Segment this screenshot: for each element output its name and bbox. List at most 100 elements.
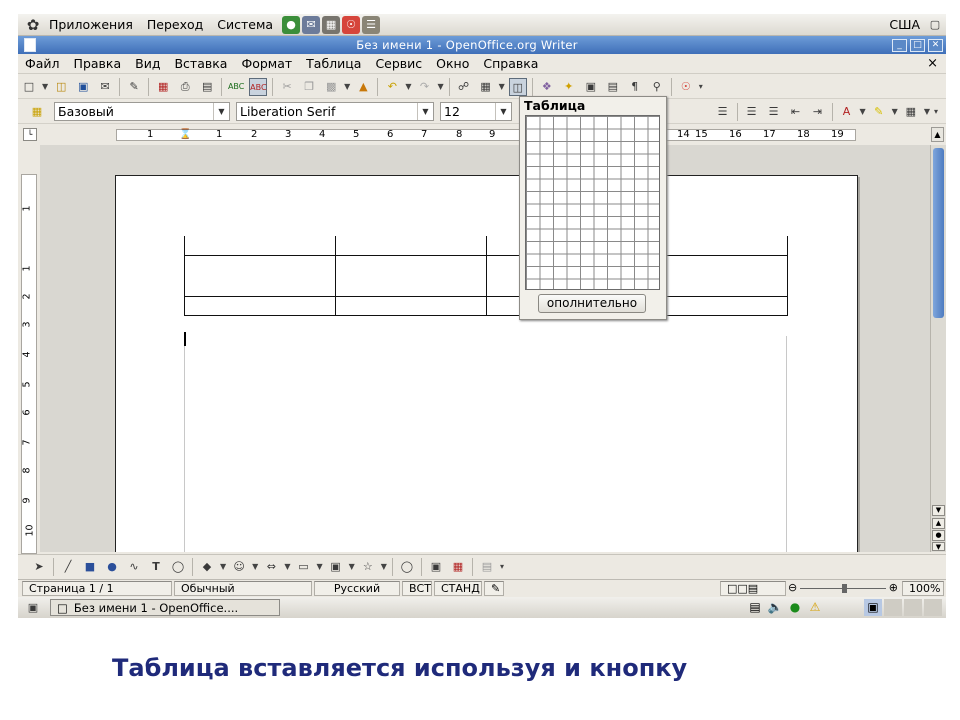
help-icon[interactable]: ☉ — [677, 78, 695, 96]
help-launcher-icon[interactable]: ☉ — [342, 15, 361, 34]
highlight-dropdown-icon[interactable]: ▼ — [892, 107, 898, 116]
text-tool-icon[interactable]: T — [147, 558, 165, 576]
basic-shapes-icon[interactable]: ◆ — [198, 558, 216, 576]
more-options-button[interactable]: ополнительно — [538, 294, 646, 313]
background-color-icon[interactable]: ▦ — [902, 103, 920, 121]
scroll-down-icon[interactable]: ▼ — [932, 505, 945, 516]
gallery-icon[interactable]: ▣ — [582, 78, 600, 96]
copy-icon[interactable]: ❐ — [300, 78, 318, 96]
save-icon[interactable]: ▣ — [74, 78, 92, 96]
autospellcheck-icon[interactable]: ABC — [249, 77, 268, 96]
undo-icon[interactable]: ↶ — [383, 78, 401, 96]
symbol-shapes-icon[interactable]: ☺ — [230, 558, 248, 576]
cut-icon[interactable]: ✂ — [278, 78, 296, 96]
data-sources-icon[interactable]: ▤ — [604, 78, 622, 96]
menu-places[interactable]: Переход — [140, 17, 210, 32]
menu-table[interactable]: Таблица — [299, 56, 368, 71]
highlight-icon[interactable]: ✎ — [870, 103, 888, 121]
new-document-icon[interactable]: □ — [20, 78, 38, 96]
previous-page-icon[interactable]: ▲ — [932, 518, 945, 529]
table-icon[interactable]: ▦ — [477, 78, 495, 96]
selection-mode-indicator[interactable]: СТАНД — [434, 580, 482, 596]
font-name-combo[interactable]: Liberation Serif ▼ — [236, 102, 434, 121]
document-page[interactable] — [115, 175, 858, 552]
terminal-launcher-icon[interactable]: ▦ — [322, 15, 341, 34]
notes-launcher-icon[interactable]: ☰ — [362, 15, 381, 34]
format-paintbrush-icon[interactable]: ▲ — [354, 78, 372, 96]
redo-icon[interactable]: ↷ — [415, 78, 433, 96]
insert-mode-indicator[interactable]: ВСТ — [402, 580, 432, 596]
gnome-foot-icon[interactable]: ✿ — [24, 16, 42, 34]
table-dropdown-icon[interactable]: ▼ — [499, 82, 505, 91]
menu-system[interactable]: Система — [210, 17, 280, 32]
fontwork-gallery-icon[interactable]: ▣ — [427, 558, 445, 576]
paste-icon[interactable]: ▩ — [322, 78, 340, 96]
next-page-icon[interactable]: ▼ — [932, 542, 945, 551]
menu-file[interactable]: Файл — [18, 56, 67, 71]
menu-format[interactable]: Формат — [234, 56, 299, 71]
volume-icon[interactable]: 🔈 — [766, 599, 784, 616]
formatting-marks-icon[interactable]: ¶ — [626, 78, 644, 96]
points-icon[interactable]: ◯ — [398, 558, 416, 576]
insert-table-button-icon[interactable]: ◫ — [508, 77, 527, 96]
flowchart-icon[interactable]: ▭ — [294, 558, 312, 576]
workspace-icon[interactable] — [884, 599, 902, 616]
navigator-icon[interactable]: ✦ — [560, 78, 578, 96]
bullets-icon[interactable]: ☰ — [765, 103, 783, 121]
language-indicator[interactable]: Русский — [314, 580, 400, 596]
freeform-icon[interactable]: ∿ — [125, 558, 143, 576]
decrease-indent-icon[interactable]: ⇤ — [787, 103, 805, 121]
warning-icon[interactable]: ⚠ — [806, 599, 824, 616]
tab-stop-selector[interactable]: └ — [23, 128, 37, 141]
callouts-icon[interactable]: ▣ — [327, 558, 345, 576]
menu-tools[interactable]: Сервис — [368, 56, 429, 71]
table-size-grid[interactable] — [525, 115, 660, 290]
indent-marker-icon[interactable]: ⌛ — [179, 130, 191, 140]
horizontal-ruler[interactable]: 1 ⌛ 1 2 3 4 5 6 7 8 9 14 15 16 17 18 19 — [116, 129, 856, 141]
line-icon[interactable]: ╱ — [59, 558, 77, 576]
zoom-knob[interactable] — [842, 583, 847, 593]
update-icon[interactable]: ● — [786, 599, 804, 616]
block-arrows-icon[interactable]: ⇔ — [262, 558, 280, 576]
zoom-icon[interactable]: ⚲ — [648, 78, 666, 96]
vertical-ruler[interactable]: 1 1 2 3 4 5 6 7 8 9 10 — [21, 174, 37, 554]
toolbar-overflow-icon[interactable]: ▾ — [934, 107, 938, 116]
from-file-icon[interactable]: ▦ — [449, 558, 467, 576]
workspace-icon[interactable] — [904, 599, 922, 616]
menu-edit[interactable]: Правка — [67, 56, 129, 71]
print-preview-icon[interactable]: ▤ — [198, 78, 216, 96]
menu-window[interactable]: Окно — [429, 56, 476, 71]
align-justify-icon[interactable]: ☰ — [714, 103, 732, 121]
close-window-button[interactable]: ✕ — [928, 38, 943, 52]
show-desktop-icon[interactable]: ▣ — [24, 599, 42, 617]
zoom-slider[interactable]: ⊖ ⊕ — [788, 581, 898, 596]
workspace-icon[interactable] — [924, 599, 942, 616]
toolbar-overflow-icon[interactable]: ▾ — [500, 562, 504, 571]
chevron-down-icon[interactable]: ▼ — [213, 103, 229, 120]
document-modified-icon[interactable]: ✎ — [484, 580, 504, 596]
zoom-in-icon[interactable]: ⊕ — [889, 581, 898, 594]
paragraph-style-combo[interactable]: Базовый ▼ — [54, 102, 230, 121]
browser-launcher-icon[interactable]: ● — [282, 15, 301, 34]
toolbar-overflow-icon[interactable]: ▾ — [699, 82, 703, 91]
close-document-icon[interactable]: × — [927, 56, 938, 71]
paste-dropdown-icon[interactable]: ▼ — [344, 82, 350, 91]
new-dropdown-icon[interactable]: ▼ — [42, 82, 48, 91]
ellipse-icon[interactable]: ● — [103, 558, 121, 576]
minimize-button[interactable]: _ — [892, 38, 907, 52]
mail-launcher-icon[interactable]: ✉ — [302, 15, 321, 34]
undo-dropdown-icon[interactable]: ▼ — [405, 82, 411, 91]
symbol-dropdown-icon[interactable]: ▼ — [252, 562, 258, 571]
menu-applications[interactable]: Приложения — [42, 17, 140, 32]
print-icon[interactable]: ⎙ — [176, 78, 194, 96]
scrollbar-thumb[interactable] — [933, 148, 944, 318]
page-style-indicator[interactable]: Обычный — [174, 580, 312, 596]
maximize-button[interactable]: □ — [910, 38, 925, 52]
callout-icon[interactable]: ◯ — [169, 558, 187, 576]
workspace-active-icon[interactable]: ▣ — [864, 599, 882, 616]
show-draw-functions-icon[interactable]: ❖ — [538, 78, 556, 96]
insert-table-popup[interactable]: Таблица ополнительно — [519, 96, 667, 320]
increase-indent-icon[interactable]: ⇥ — [809, 103, 827, 121]
flowchart-dropdown-icon[interactable]: ▼ — [316, 562, 322, 571]
extrusion-icon[interactable]: ▤ — [478, 558, 496, 576]
